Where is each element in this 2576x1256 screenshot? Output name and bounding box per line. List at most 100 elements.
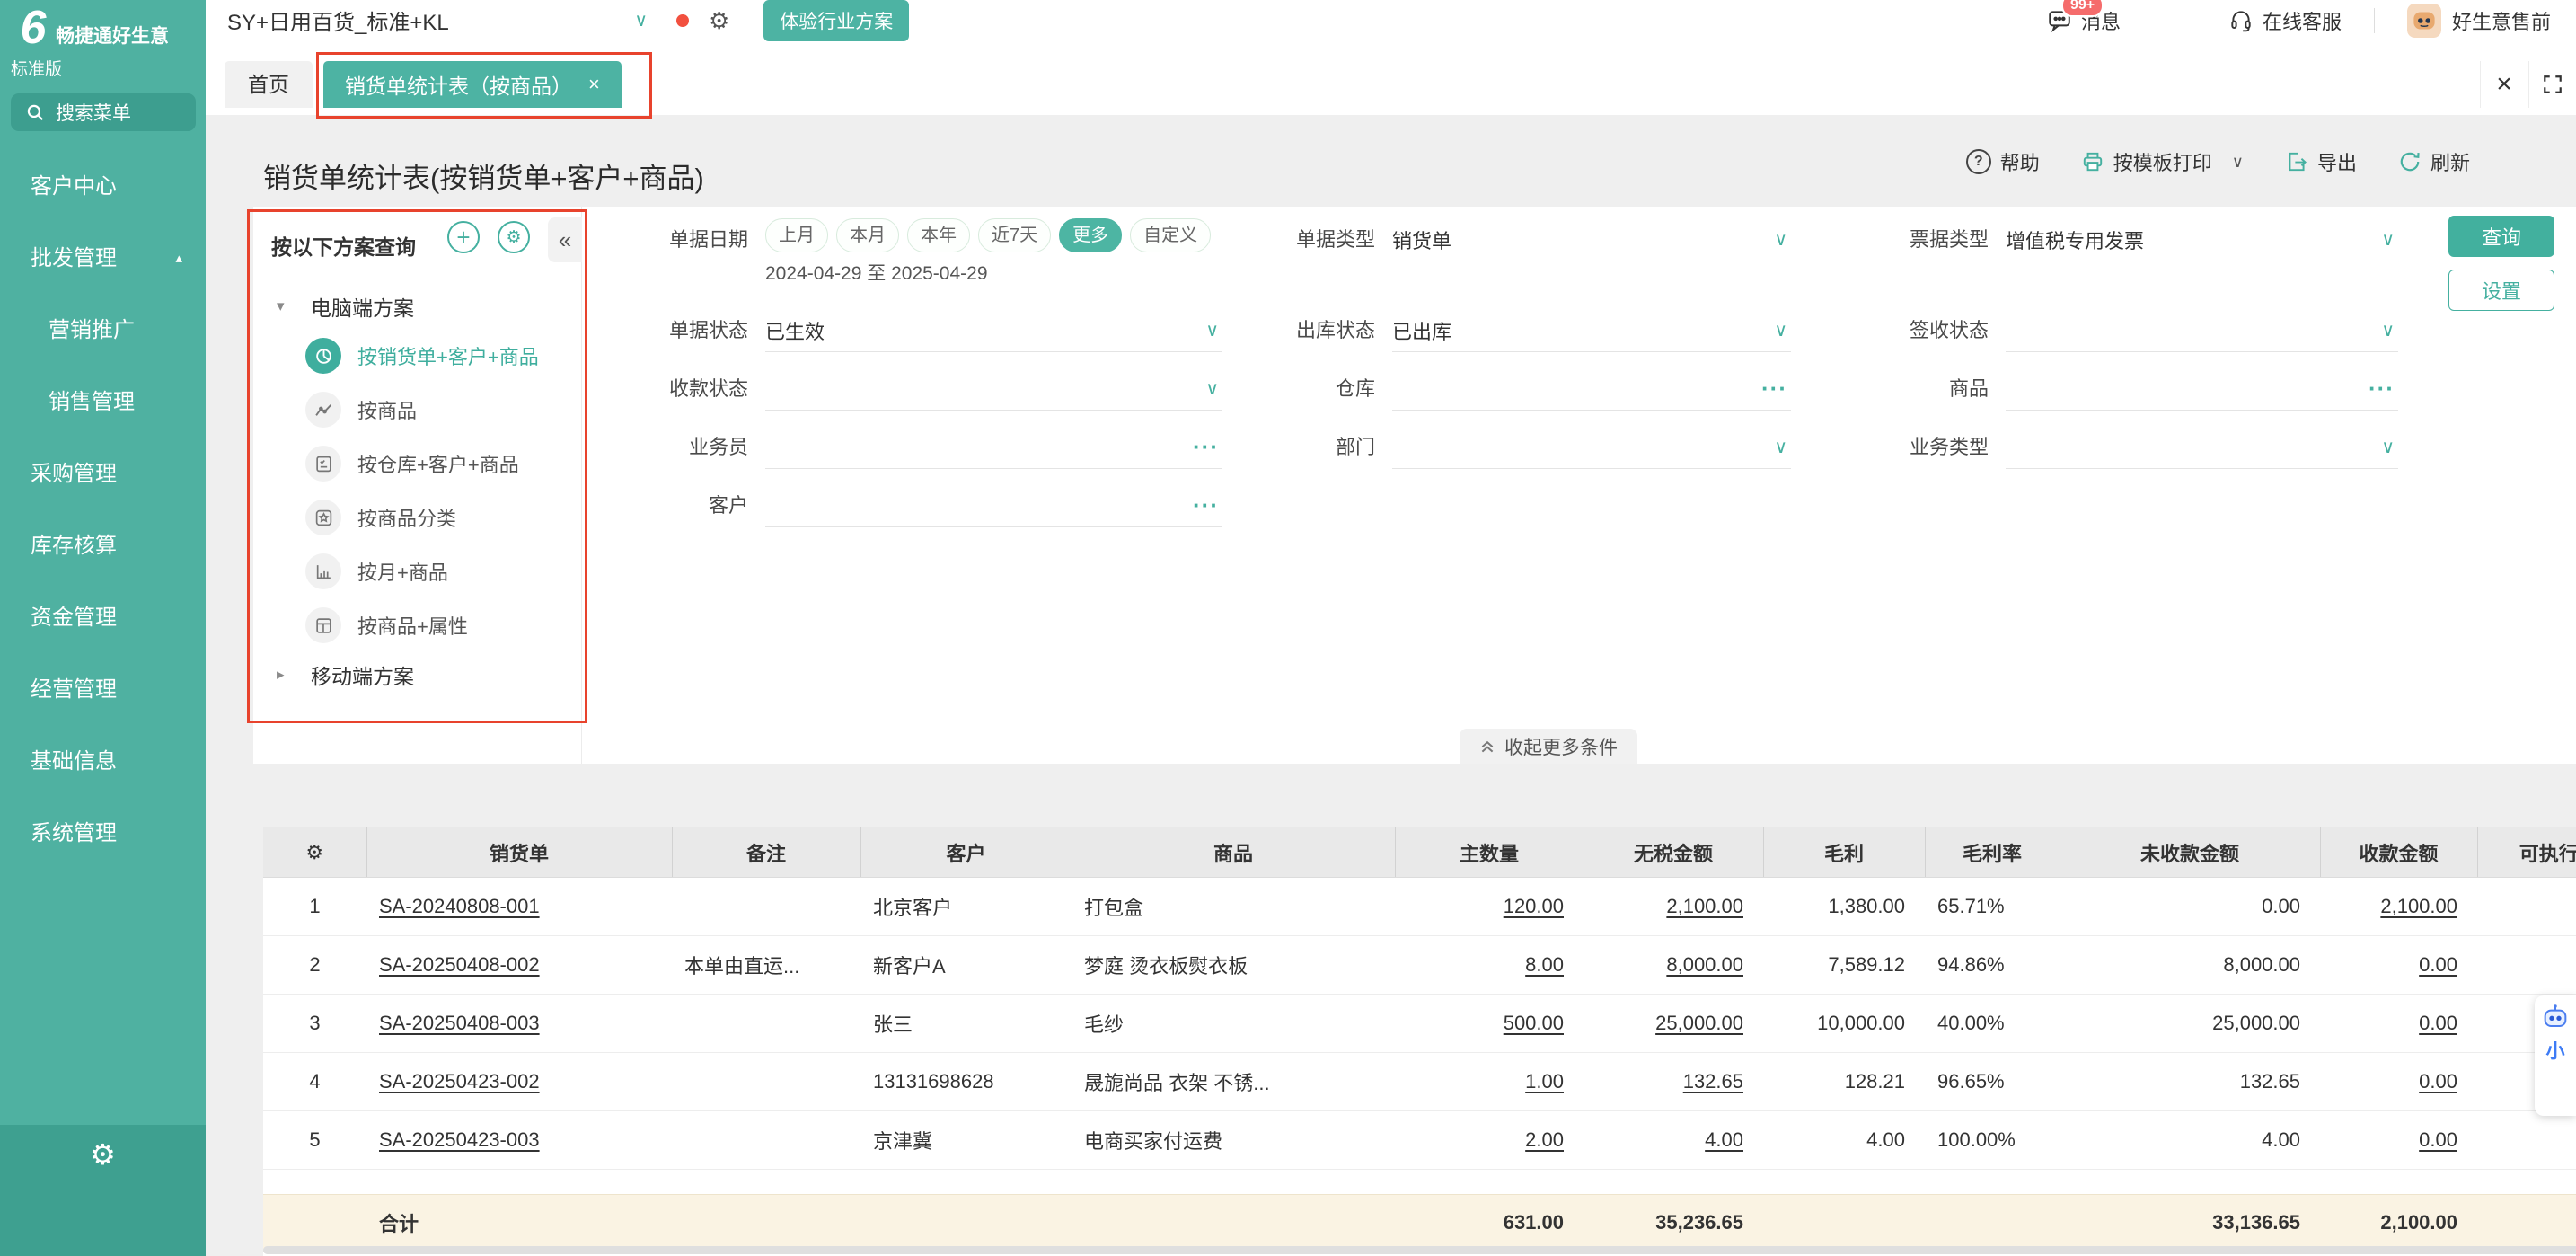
sidebar-item-marketing[interactable]: 营销推广: [0, 295, 206, 367]
fullscreen-button[interactable]: [2528, 61, 2576, 108]
plan-settings-button[interactable]: ⚙: [498, 221, 530, 253]
collapse-conditions-button[interactable]: 收起更多条件: [1460, 729, 1637, 764]
qty-link[interactable]: 1.00: [1525, 1070, 1564, 1092]
gear-icon[interactable]: ⚙: [709, 7, 729, 35]
tree-group-mobile[interactable]: ▸ 移动端方案: [253, 652, 580, 697]
red-packet-icon[interactable]: [676, 14, 689, 27]
col-header-qty[interactable]: 主数量: [1395, 827, 1584, 878]
chip-this-year[interactable]: 本年: [907, 218, 970, 252]
add-plan-button[interactable]: +: [447, 221, 480, 253]
gear-icon[interactable]: ⚙: [90, 1137, 116, 1172]
col-header-profit[interactable]: 毛利: [1763, 827, 1925, 878]
plan-item-order-customer-product[interactable]: 按销货单+客户+商品: [253, 329, 580, 383]
horizontal-scrollbar[interactable]: [263, 1246, 2576, 1254]
plans-panel: 按以下方案查询 + ⚙ « ▾ 电脑端方案 按销货单+客户+商品: [253, 207, 582, 764]
select-department[interactable]: ∨: [1392, 426, 1791, 469]
amount-link[interactable]: 8,000.00: [1666, 953, 1743, 976]
user-name[interactable]: 好生意售前: [2452, 6, 2551, 35]
select-sign-status[interactable]: ∨: [2006, 309, 2398, 352]
tab-sales-report[interactable]: 销货单统计表（按商品） ×: [323, 61, 622, 108]
col-header-note[interactable]: 备注: [672, 827, 860, 878]
plan-item-product-attribute[interactable]: 按商品+属性: [253, 598, 580, 652]
messages-button[interactable]: 消息 99+: [2047, 6, 2121, 35]
qty-link[interactable]: 8.00: [1525, 953, 1564, 976]
paid-link[interactable]: 0.00: [2419, 1012, 2457, 1034]
paid-link[interactable]: 0.00: [2419, 1070, 2457, 1092]
tree-group-desktop[interactable]: ▾ 电脑端方案: [253, 284, 580, 329]
chip-more[interactable]: 更多: [1059, 218, 1122, 252]
chip-custom[interactable]: 自定义: [1130, 218, 1211, 252]
close-tabs-button[interactable]: ×: [2480, 61, 2527, 108]
chip-last-month[interactable]: 上月: [765, 218, 828, 252]
paid-link[interactable]: 0.00: [2419, 953, 2457, 976]
print-template-button[interactable]: 按模板打印 ∨: [2081, 147, 2244, 176]
sidebar-item-basic-info[interactable]: 基础信息: [0, 726, 206, 798]
col-header-amount[interactable]: 无税金额: [1584, 827, 1763, 878]
picker-salesperson[interactable]: ···: [765, 426, 1222, 469]
picker-warehouse[interactable]: ···: [1392, 367, 1791, 411]
paid-link[interactable]: 0.00: [2419, 1128, 2457, 1151]
close-icon[interactable]: ×: [588, 75, 600, 94]
column-settings-button[interactable]: ⚙: [263, 827, 366, 878]
settings-button[interactable]: 设置: [2448, 270, 2554, 311]
product-cell: 晟旎尚品 衣架 不锈...: [1072, 1053, 1395, 1111]
col-header-product[interactable]: 商品: [1072, 827, 1395, 878]
ai-assistant-widget[interactable]: 小: [2535, 995, 2576, 1116]
amount-link[interactable]: 2,100.00: [1666, 895, 1743, 917]
collapse-panel-button[interactable]: «: [548, 217, 582, 262]
help-button[interactable]: ? 帮助: [1966, 147, 2040, 176]
select-payment-status[interactable]: ∨: [765, 367, 1222, 411]
plan-item-product-category[interactable]: 按商品分类: [253, 491, 580, 544]
sidebar-item-sales[interactable]: 销售管理: [0, 367, 206, 438]
order-link[interactable]: SA-20250408-002: [379, 953, 540, 976]
select-outbound-status[interactable]: 已出库 ∨: [1392, 309, 1791, 352]
plan-item-month-product[interactable]: 按月+商品: [253, 544, 580, 598]
qty-link[interactable]: 500.00: [1504, 1012, 1564, 1034]
trial-industry-button[interactable]: 体验行业方案: [763, 0, 909, 41]
query-button[interactable]: 查询: [2448, 216, 2554, 257]
sidebar-item-system[interactable]: 系统管理: [0, 798, 206, 870]
search-menu[interactable]: 搜索菜单: [11, 93, 196, 131]
sidebar-item-purchase[interactable]: 采购管理: [0, 438, 206, 510]
qty-link[interactable]: 120.00: [1504, 895, 1564, 917]
chevron-down-icon: ∨: [2232, 153, 2244, 172]
chip-this-month[interactable]: 本月: [836, 218, 899, 252]
account-selector[interactable]: SY+日用百货_标准+KL ∨: [227, 2, 648, 40]
col-header-unpaid[interactable]: 未收款金额: [2060, 827, 2320, 878]
chip-last-7-days[interactable]: 近7天: [978, 218, 1051, 252]
order-link[interactable]: SA-20240808-001: [379, 895, 540, 917]
col-header-customer[interactable]: 客户: [860, 827, 1072, 878]
sidebar-item-funds[interactable]: 资金管理: [0, 582, 206, 654]
order-link[interactable]: SA-20250423-003: [379, 1128, 540, 1151]
sidebar-item-inventory[interactable]: 库存核算: [0, 510, 206, 582]
amount-link[interactable]: 25,000.00: [1655, 1012, 1743, 1034]
picker-customer[interactable]: ···: [765, 484, 1222, 527]
online-support-button[interactable]: 在线客服: [2228, 6, 2342, 35]
select-business-type[interactable]: ∨: [2006, 426, 2398, 469]
chevron-down-icon: ∨: [634, 9, 648, 31]
tab-home[interactable]: 首页: [225, 61, 313, 108]
select-order-type[interactable]: 销货单 ∨: [1392, 218, 1791, 261]
plan-item-by-product[interactable]: 按商品: [253, 383, 580, 437]
amount-link[interactable]: 4.00: [1705, 1128, 1743, 1151]
col-header-paid[interactable]: 收款金额: [2320, 827, 2477, 878]
order-link[interactable]: SA-20250423-002: [379, 1070, 540, 1092]
refresh-button[interactable]: 刷新: [2398, 147, 2470, 176]
avatar[interactable]: [2407, 4, 2441, 38]
select-order-status[interactable]: 已生效 ∨: [765, 309, 1222, 352]
paid-link[interactable]: 2,100.00: [2380, 895, 2457, 917]
qty-link[interactable]: 2.00: [1525, 1128, 1564, 1151]
plan-item-warehouse-customer-product[interactable]: 按仓库+客户+商品: [253, 437, 580, 491]
date-range-input[interactable]: 2024-04-29 至 2025-04-29: [765, 261, 1222, 287]
picker-product[interactable]: ···: [2006, 367, 2398, 411]
export-button[interactable]: 导出: [2285, 147, 2357, 176]
sidebar-item-wholesale[interactable]: 批发管理▴: [0, 223, 206, 295]
amount-link[interactable]: 132.65: [1683, 1070, 1743, 1092]
sidebar-item-operations[interactable]: 经营管理: [0, 654, 206, 726]
order-link[interactable]: SA-20250408-003: [379, 1012, 540, 1034]
col-header-margin[interactable]: 毛利率: [1925, 827, 2060, 878]
select-invoice-type[interactable]: 增值税专用发票 ∨: [2006, 218, 2398, 261]
col-header-executable[interactable]: 可执行: [2477, 827, 2576, 878]
sidebar-item-customer-center[interactable]: 客户中心: [0, 151, 206, 223]
col-header-order[interactable]: 销货单: [366, 827, 672, 878]
